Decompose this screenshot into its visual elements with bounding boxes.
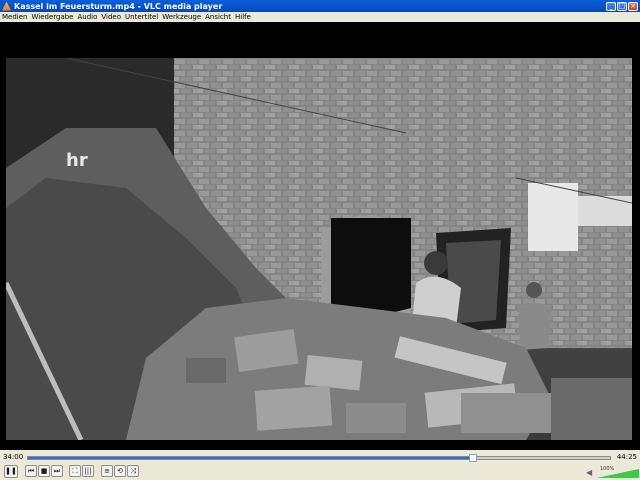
video-area[interactable]: hr	[0, 22, 640, 450]
seek-progress	[28, 457, 474, 459]
stop-icon: ■	[40, 466, 48, 475]
menu-untertitel[interactable]: Untertitel	[125, 12, 158, 22]
playlist-button[interactable]: ≡	[101, 465, 113, 477]
loop-icon: ⟲	[117, 466, 123, 475]
menu-hilfe[interactable]: Hilfe	[235, 12, 251, 22]
control-bar: 34:00 44:25 ◀ 100% ❚❚ ⏮ ■ ⏭ ⛶ ||| ≡ ⟲ ⤨	[0, 450, 640, 480]
menu-wiedergabe[interactable]: Wiedergabe	[31, 12, 73, 22]
skip-forward-icon: ⏭	[53, 466, 61, 475]
channel-logo: hr	[66, 150, 88, 171]
time-total: 44:25	[616, 453, 637, 461]
fullscreen-button[interactable]: ⛶	[69, 465, 81, 477]
menu-audio[interactable]: Audio	[78, 12, 98, 22]
video-frame[interactable]: hr	[6, 58, 632, 440]
loop-button[interactable]: ⟲	[114, 465, 126, 477]
volume-slider[interactable]	[597, 469, 639, 478]
vlc-cone-icon	[2, 1, 11, 11]
video-frame-image	[6, 58, 632, 440]
skip-back-icon: ⏮	[27, 466, 35, 475]
speaker-icon[interactable]: ◀	[586, 468, 592, 477]
shuffle-icon: ⤨	[130, 466, 136, 475]
menu-bar: Medien Wiedergabe Audio Video Untertitel…	[0, 12, 640, 22]
playlist-icon: ≡	[104, 466, 110, 475]
fullscreen-icon: ⛶	[72, 466, 78, 475]
pause-icon: ❚❚	[5, 467, 17, 475]
window-title: Kassel im Feuersturm.mp4 - VLC media pla…	[14, 1, 223, 11]
stop-button[interactable]: ■	[38, 465, 50, 477]
title-bar: Kassel im Feuersturm.mp4 - VLC media pla…	[0, 0, 640, 12]
menu-medien[interactable]: Medien	[2, 12, 27, 22]
extended-settings-button[interactable]: |||	[82, 465, 94, 477]
menu-werkzeuge[interactable]: Werkzeuge	[162, 12, 201, 22]
next-button[interactable]: ⏭	[51, 465, 63, 477]
time-elapsed: 34:00	[3, 453, 24, 461]
menu-ansicht[interactable]: Ansicht	[205, 12, 231, 22]
menu-video[interactable]: Video	[101, 12, 121, 22]
maximize-icon[interactable]: □	[617, 1, 627, 11]
shuffle-button[interactable]: ⤨	[127, 465, 139, 477]
minimize-icon[interactable]: _	[606, 1, 616, 11]
window-controls: _ □ ×	[606, 1, 638, 11]
pause-button[interactable]: ❚❚	[4, 465, 18, 478]
seek-handle[interactable]	[469, 454, 478, 462]
previous-button[interactable]: ⏮	[25, 465, 37, 477]
close-icon[interactable]: ×	[628, 1, 638, 11]
seek-slider[interactable]	[27, 454, 611, 462]
equalizer-icon: |||	[84, 466, 92, 475]
